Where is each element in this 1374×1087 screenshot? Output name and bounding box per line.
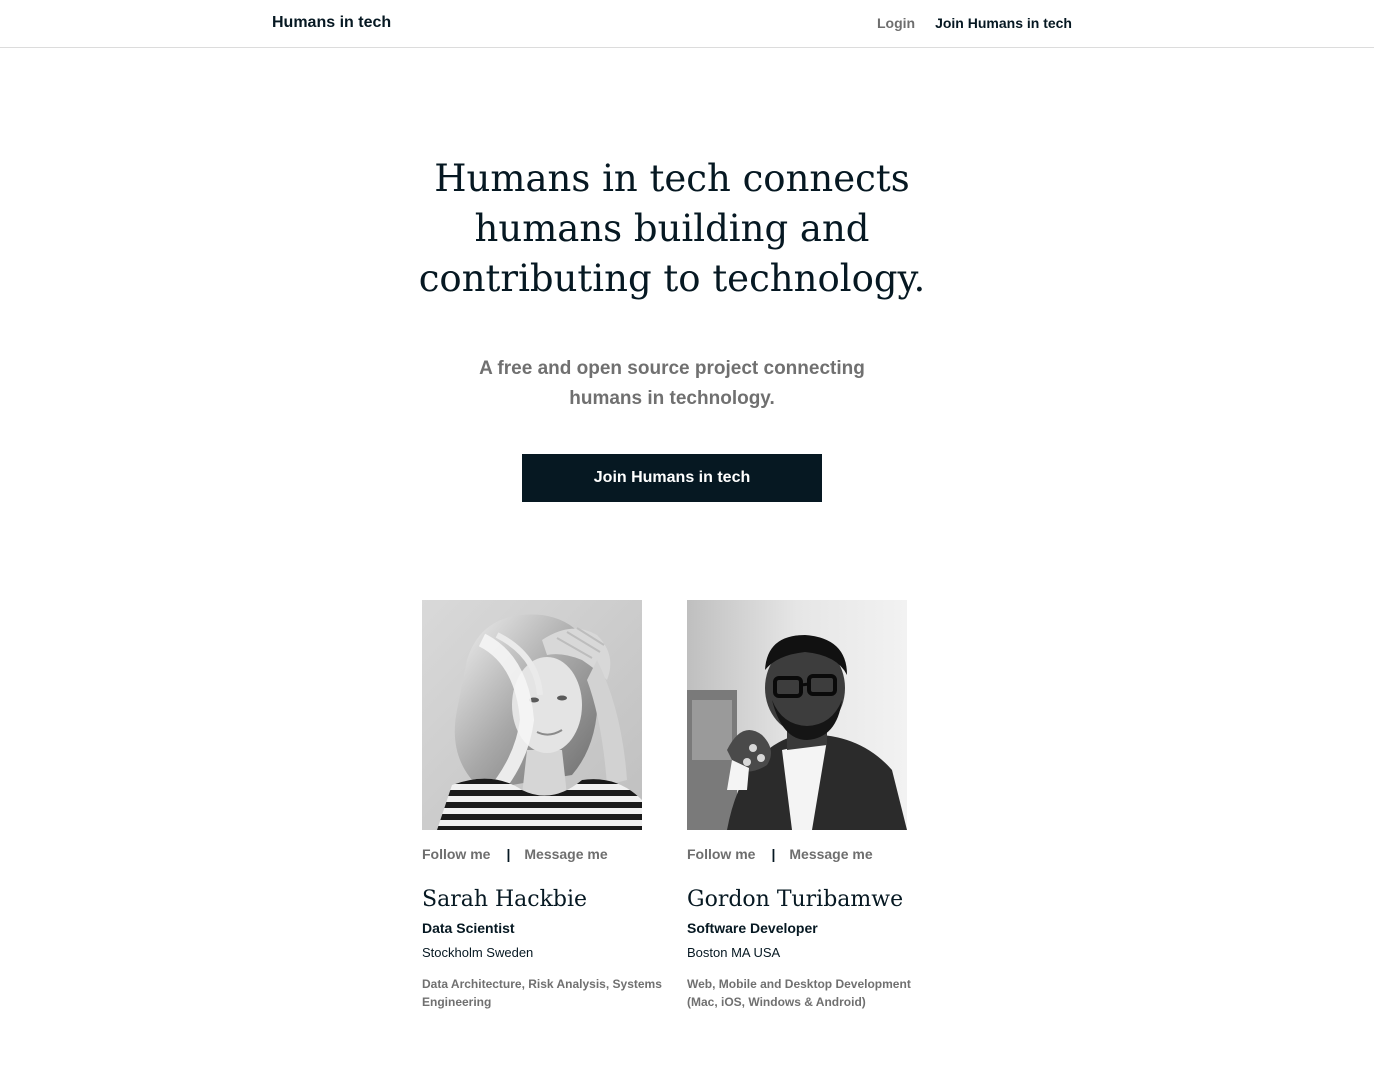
follow-link[interactable]: Follow me [422,846,490,862]
actions-separator: | [771,846,776,862]
woman-portrait-image [422,600,642,830]
profile-actions: Follow me | Message me [422,846,662,862]
join-cta-button[interactable]: Join Humans in tech [522,454,822,502]
profile-photo[interactable] [687,600,907,830]
actions-separator: | [506,846,511,862]
message-link[interactable]: Message me [789,846,872,862]
profile-actions: Follow me | Message me [687,846,927,862]
header-nav: Login Join Humans in tech [877,15,1072,31]
message-link[interactable]: Message me [524,846,607,862]
follow-link[interactable]: Follow me [687,846,755,862]
profile-name[interactable]: Gordon Turibamwe [687,886,927,914]
hero-title: Humans in tech connects humans building … [418,157,926,300]
profile-card: Follow me | Message me Sarah Hackbie Dat… [422,600,662,1011]
man-portrait-image [687,600,907,830]
profile-card: Follow me | Message me Gordon Turibamwe … [687,600,927,1011]
hero-subtitle: A free and open source project connectin… [479,358,865,409]
profile-skills: Data Architecture, Risk Analysis, System… [422,977,662,1009]
profile-photo[interactable] [422,600,642,830]
profile-skills: Web, Mobile and Desktop Development (Mac… [687,977,911,1009]
profile-location: Boston MA USA [687,945,781,960]
profile-name[interactable]: Sarah Hackbie [422,886,662,914]
profile-location: Stockholm Sweden [422,945,534,960]
login-link[interactable]: Login [877,15,915,31]
top-navigation-bar: Humans in tech Login Join Humans in tech [0,0,1374,48]
join-link[interactable]: Join Humans in tech [935,15,1072,31]
profile-role: Data Scientist [422,920,515,936]
brand-logo-link[interactable]: Humans in tech [272,14,391,32]
profile-role: Software Developer [687,920,818,936]
